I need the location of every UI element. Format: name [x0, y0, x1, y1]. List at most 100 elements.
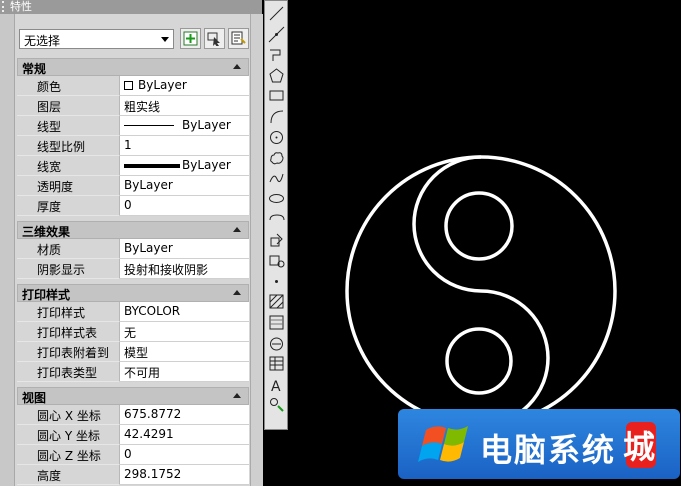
property-value-cell[interactable]: 0	[120, 445, 249, 465]
property-value-cell[interactable]: 不可用	[120, 362, 249, 382]
selection-dropdown[interactable]: 无选择	[19, 29, 174, 49]
ellipse-arc-icon	[269, 214, 285, 221]
property-row[interactable]: 图层 粗实线	[17, 96, 249, 116]
property-value: BYCOLOR	[124, 304, 181, 318]
property-value-cell[interactable]: 粗实线	[120, 96, 249, 116]
ellipse-arc-tool-button[interactable]	[268, 211, 285, 228]
insert-block-icon	[270, 233, 283, 247]
property-row[interactable]: 厚度 0	[17, 196, 249, 216]
hatch-tool-button[interactable]	[268, 293, 285, 310]
property-value-cell[interactable]: 298.1752	[120, 465, 249, 485]
property-row[interactable]: 透明度 ByLayer	[17, 176, 249, 196]
add-selection-icon	[183, 31, 198, 46]
polyline-tool-button[interactable]	[268, 46, 285, 63]
property-value-cell[interactable]: 42.4291	[120, 425, 249, 445]
property-row[interactable]: 圆心 Z 坐标 0	[17, 445, 249, 465]
property-key: 线型	[37, 120, 62, 134]
property-value-cell[interactable]: 1	[120, 136, 249, 156]
property-value-cell[interactable]: 675.8772	[120, 405, 249, 425]
collapse-arrow-icon	[233, 227, 241, 232]
multiline-text-icon: A	[271, 379, 281, 395]
spline-tool-button[interactable]	[268, 170, 285, 187]
ellipse-tool-button[interactable]	[268, 190, 285, 207]
property-row[interactable]: 线宽 ByLayer	[17, 156, 249, 176]
section-header[interactable]: 打印样式	[17, 284, 249, 302]
property-value: ByLayer	[182, 158, 231, 172]
property-value-cell[interactable]: ByLayer	[120, 116, 249, 136]
line-tool-button[interactable]	[268, 5, 285, 22]
toggle-pickadd-icon	[231, 31, 246, 45]
property-key: 打印表类型	[37, 366, 98, 380]
toggle-pickadd-button[interactable]	[180, 28, 201, 49]
section-header[interactable]: 视图	[17, 387, 249, 405]
property-key: 线型比例	[37, 140, 86, 154]
property-row[interactable]: 打印表类型 不可用	[17, 362, 249, 382]
gradient-tool-button[interactable]	[268, 314, 285, 331]
property-row[interactable]: 阴影显示 投射和接收阴影	[17, 259, 249, 279]
palette-scrollbar[interactable]	[250, 14, 263, 486]
property-row[interactable]: 打印表附着到 模型	[17, 342, 249, 362]
rectangle-tool-button[interactable]	[268, 87, 285, 104]
property-name: 高度	[17, 465, 120, 485]
add-selected-tool-button[interactable]	[268, 396, 285, 413]
property-value-cell[interactable]: 0	[120, 196, 249, 216]
property-row[interactable]: 高度 298.1752	[17, 465, 249, 485]
multiline-text-tool-button[interactable]: A	[268, 376, 285, 395]
property-value-cell[interactable]: 投射和接收阴影	[120, 259, 249, 279]
property-value-cell[interactable]: ByLayer	[120, 76, 249, 96]
property-row[interactable]: 材质 ByLayer	[17, 239, 249, 259]
property-name: 线宽	[17, 156, 120, 176]
collapse-arrow-icon	[233, 290, 241, 295]
polygon-tool-button[interactable]	[268, 67, 285, 84]
property-value-cell[interactable]: 模型	[120, 342, 249, 362]
construction-line-icon	[268, 26, 285, 42]
circle-tool-button[interactable]	[268, 129, 285, 146]
quick-select-icon	[207, 32, 220, 46]
property-value-cell[interactable]: ByLayer	[120, 239, 249, 259]
revision-cloud-tool-button[interactable]	[268, 149, 285, 166]
property-value: 无	[124, 326, 137, 340]
construction-line-tool-button[interactable]	[268, 26, 285, 43]
palette-grip[interactable]	[0, 0, 15, 486]
property-row[interactable]: 圆心 Y 坐标 42.4291	[17, 425, 249, 445]
property-row[interactable]: 线型比例 1	[17, 136, 249, 156]
property-row[interactable]: 圆心 X 坐标 675.8772	[17, 405, 249, 425]
property-value: ByLayer	[182, 118, 231, 132]
property-key: 图层	[37, 100, 62, 114]
property-value-cell[interactable]: BYCOLOR	[120, 302, 249, 322]
table-tool-button[interactable]	[268, 355, 285, 372]
property-key: 阴影显示	[37, 263, 86, 277]
select-objects-button[interactable]	[204, 28, 225, 49]
property-name: 圆心 Z 坐标	[17, 445, 120, 465]
add-selected-icon	[270, 398, 284, 413]
arc-tool-button[interactable]	[268, 108, 285, 125]
property-row[interactable]: 打印样式 BYCOLOR	[17, 302, 249, 322]
make-block-tool-button[interactable]	[268, 252, 285, 269]
property-value: ByLayer	[124, 178, 173, 192]
drag-handle-icon[interactable]	[2, 1, 8, 12]
section-header[interactable]: 常规	[17, 58, 249, 76]
property-row[interactable]: 打印样式表 无	[17, 322, 249, 342]
property-key: 打印表附着到	[37, 346, 110, 360]
property-name: 透明度	[17, 176, 120, 196]
property-key: 厚度	[37, 200, 62, 214]
linetype-preview-icon	[124, 125, 174, 126]
property-name: 圆心 Y 坐标	[17, 425, 120, 445]
palette-titlebar[interactable]: 特性	[0, 0, 262, 14]
region-tool-button[interactable]	[268, 335, 285, 352]
property-row[interactable]: 颜色 ByLayer	[17, 76, 249, 96]
property-value-cell[interactable]: ByLayer	[120, 156, 249, 176]
property-value-cell[interactable]: 无	[120, 322, 249, 342]
property-key: 打印样式	[37, 306, 86, 320]
insert-block-tool-button[interactable]	[268, 232, 285, 249]
point-icon	[275, 279, 278, 283]
property-value-cell[interactable]: ByLayer	[120, 176, 249, 196]
point-tool-button[interactable]	[268, 273, 285, 290]
property-name: 打印样式	[17, 302, 120, 322]
quick-select-button[interactable]	[228, 28, 249, 49]
property-name: 厚度	[17, 196, 120, 216]
section-header[interactable]: 三维效果	[17, 221, 249, 239]
property-value: 42.4291	[124, 427, 174, 441]
property-key: 材质	[37, 243, 62, 257]
property-row[interactable]: 线型 ByLayer	[17, 116, 249, 136]
